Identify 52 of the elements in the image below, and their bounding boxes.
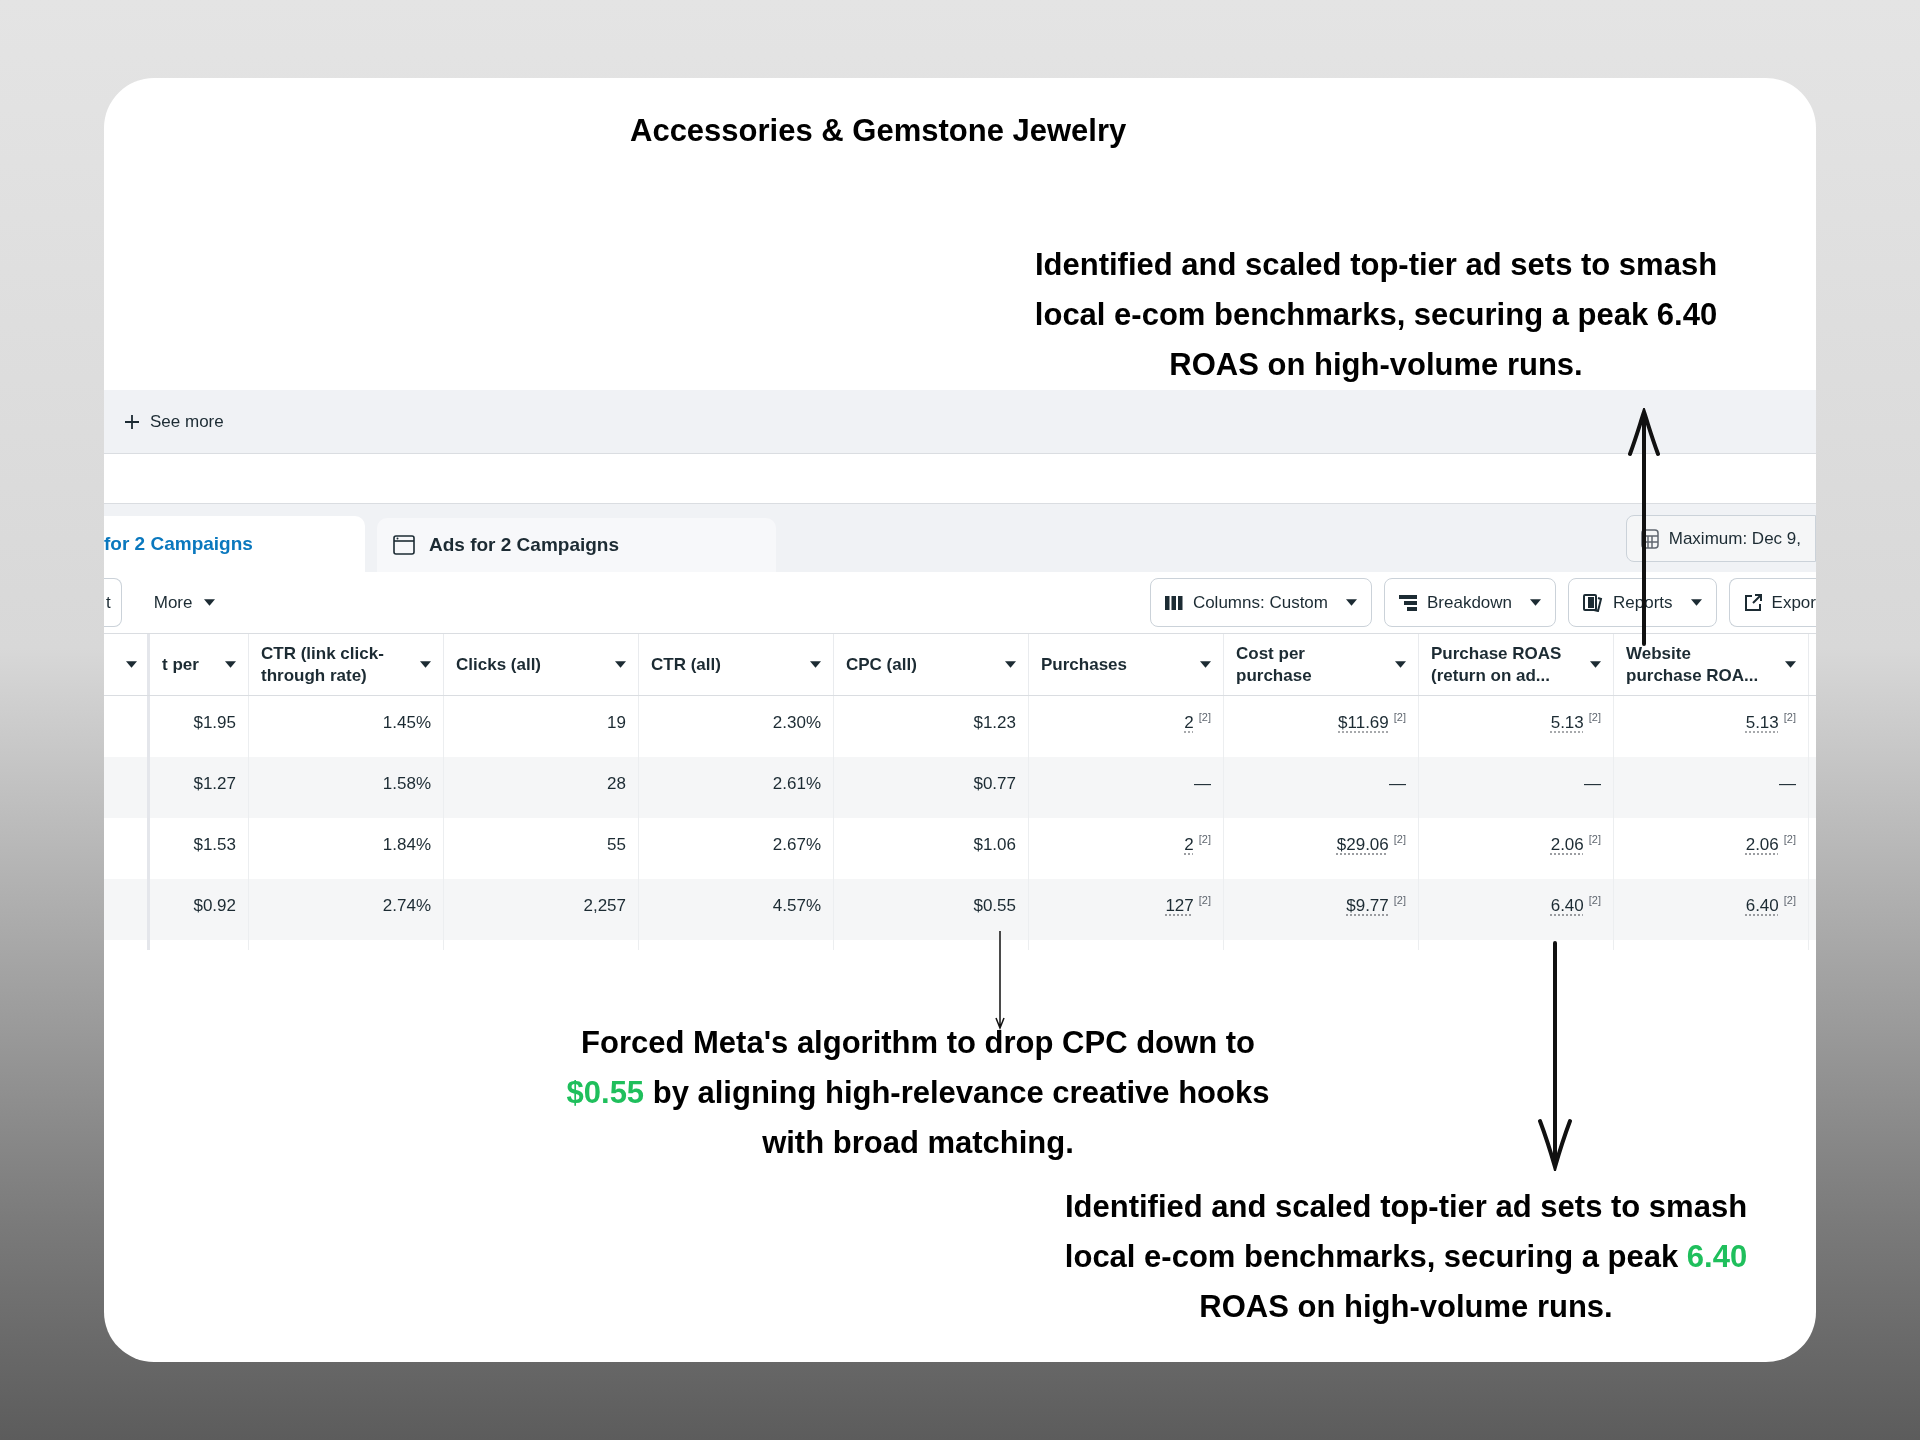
table-cell: 6.40 [2] bbox=[1419, 879, 1614, 940]
export-icon bbox=[1743, 593, 1762, 612]
table-cell: 6.40 [2] bbox=[1614, 879, 1809, 940]
column-header: CTR (link click-through rate) bbox=[261, 642, 385, 687]
column-header: Purchases bbox=[1041, 653, 1127, 676]
caret-icon bbox=[1690, 599, 1702, 606]
window-icon bbox=[393, 535, 415, 555]
caret-icon bbox=[204, 599, 216, 606]
caret-icon bbox=[126, 661, 137, 668]
table-cell: 127 [2] bbox=[1029, 879, 1224, 940]
table-cell: 2.74% bbox=[249, 879, 444, 940]
caret-icon bbox=[1346, 599, 1357, 606]
toolbar-button[interactable]: t bbox=[104, 578, 122, 627]
toolbar-dropdown[interactable]: Breakdown bbox=[1384, 578, 1557, 627]
tab[interactable]: for 2 Campaigns bbox=[104, 516, 365, 572]
annotation-text: Identified and scaled top-tier ad sets to smash local e-com benchmarks, securing a peak 6.40 ROAS on high-volume runs. bbox=[1033, 246, 1719, 384]
toolbar-dropdown[interactable]: Columns: Custom bbox=[1149, 578, 1372, 627]
table-cell: 2,257 bbox=[444, 879, 639, 940]
caret-icon bbox=[615, 661, 626, 668]
see-more-button[interactable]: See more bbox=[124, 408, 224, 435]
table-cell: 4.57% bbox=[639, 879, 834, 940]
caret-icon bbox=[1530, 599, 1542, 606]
table-cell: $0.92 bbox=[150, 879, 249, 940]
export-button[interactable]: Expor bbox=[1728, 578, 1816, 627]
reports-icon bbox=[1583, 593, 1604, 612]
annotation-text: Forced Meta's algorithm to drop CPC down to $0.55 by aligning high-relevance creative hooks with broad matching. bbox=[565, 1024, 1271, 1162]
caret-icon bbox=[810, 661, 821, 668]
caret-icon bbox=[1200, 661, 1211, 668]
column-header: CTR (all) bbox=[651, 653, 721, 676]
column-header: Website purchase ROA... bbox=[1626, 642, 1760, 687]
tab[interactable]: Ads for 2 Campaigns bbox=[377, 518, 776, 572]
page-title: Accessories & Gemstone Jewelry bbox=[630, 112, 1127, 150]
column-header: Cost per purchase bbox=[1236, 642, 1313, 687]
caret-icon bbox=[1005, 661, 1016, 668]
caret-icon bbox=[1785, 661, 1796, 668]
annotation-text: Identified and scaled top-tier ad sets to smash local e-com benchmarks, securing a peak 6.40 ROAS on high-volume runs. bbox=[1063, 1188, 1749, 1326]
breakdown-icon bbox=[1399, 594, 1417, 611]
column-header: t per bbox=[162, 653, 199, 676]
table-cell: $9.77 [2] bbox=[1224, 879, 1419, 940]
column-header: Purchase ROAS (return on ad... bbox=[1431, 642, 1563, 687]
calendar-icon bbox=[1640, 528, 1659, 549]
caret-icon bbox=[1590, 661, 1601, 668]
plus-icon bbox=[124, 413, 140, 430]
columns-icon bbox=[1164, 594, 1183, 611]
column-header: CPC (all) bbox=[846, 653, 917, 676]
date-range-button[interactable]: Maximum: Dec 9, bbox=[1625, 515, 1816, 562]
column-header: Clicks (all) bbox=[456, 653, 542, 676]
caret-icon bbox=[225, 661, 236, 668]
more-button[interactable]: More bbox=[153, 589, 216, 616]
caret-icon bbox=[420, 661, 431, 668]
caret-icon bbox=[1395, 661, 1406, 668]
table-cell: $0.55 bbox=[834, 879, 1029, 940]
